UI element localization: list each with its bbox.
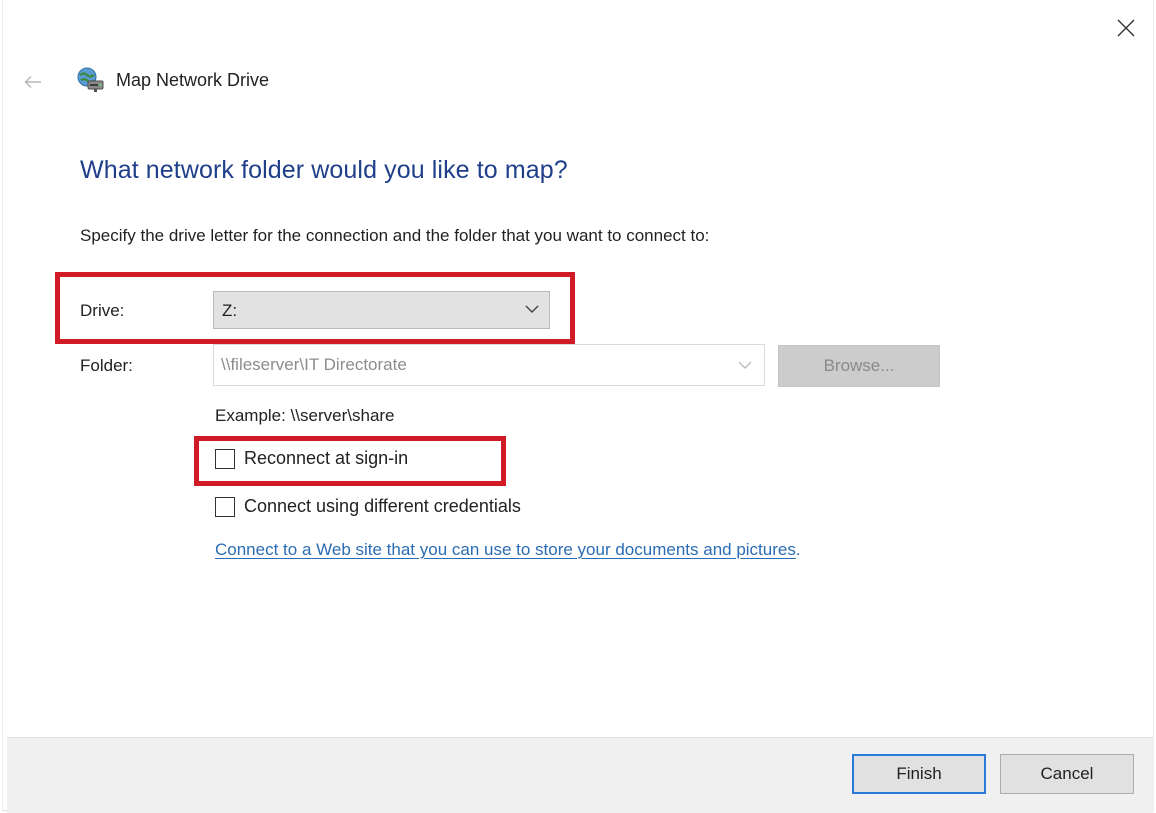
finish-button[interactable]: Finish bbox=[852, 754, 986, 794]
window-title: Map Network Drive bbox=[116, 70, 270, 90]
close-icon bbox=[1117, 19, 1135, 37]
page-heading: What network folder would you like to ma… bbox=[80, 156, 568, 184]
folder-example-text: Example: \\server\share bbox=[215, 406, 395, 425]
credentials-option[interactable]: Connect using different credentials bbox=[215, 496, 521, 517]
back-arrow-icon bbox=[24, 76, 41, 88]
drive-label: Drive: bbox=[80, 301, 125, 320]
instructions-text: Specify the drive letter for the connect… bbox=[80, 226, 710, 245]
web-site-link[interactable]: Connect to a Web site that you can use t… bbox=[215, 540, 796, 559]
drive-select[interactable]: Z: bbox=[213, 291, 550, 329]
chevron-down-icon bbox=[738, 361, 752, 369]
cancel-button[interactable]: Cancel bbox=[1000, 754, 1134, 794]
reconnect-option[interactable]: Reconnect at sign-in bbox=[215, 448, 408, 469]
back-button[interactable] bbox=[18, 68, 48, 96]
folder-label: Folder: bbox=[80, 356, 133, 375]
web-site-link-row: Connect to a Web site that you can use t… bbox=[215, 540, 801, 560]
window-frame bbox=[2, 0, 1154, 811]
reconnect-checkbox[interactable] bbox=[215, 448, 235, 469]
link-suffix: . bbox=[795, 540, 801, 559]
close-button[interactable] bbox=[1104, 8, 1148, 48]
credentials-checkbox[interactable] bbox=[215, 496, 235, 517]
reconnect-label[interactable]: Reconnect at sign-in bbox=[244, 448, 408, 469]
network-drive-icon bbox=[76, 66, 106, 94]
credentials-label[interactable]: Connect using different credentials bbox=[244, 496, 521, 517]
drive-select-value: Z: bbox=[222, 301, 238, 320]
chevron-down-icon bbox=[525, 305, 539, 313]
folder-combobox[interactable]: \\fileserver\IT Directorate bbox=[213, 344, 765, 386]
folder-input-value: \\fileserver\IT Directorate bbox=[221, 355, 407, 374]
browse-button[interactable]: Browse... bbox=[778, 345, 940, 387]
